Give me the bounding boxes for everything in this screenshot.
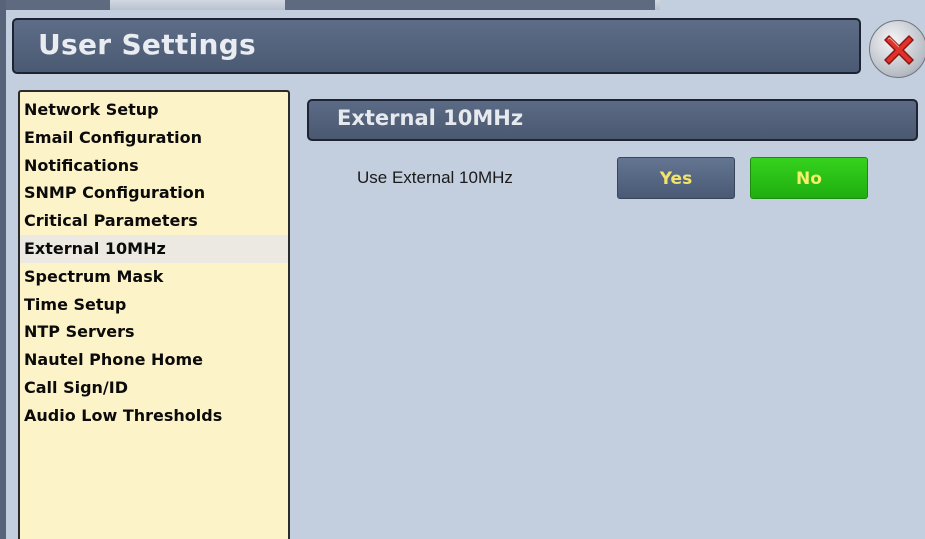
sidebar-item-snmp-configuration[interactable]: SNMP Configuration (20, 179, 288, 207)
sidebar-item-audio-low-thresholds[interactable]: Audio Low Thresholds (20, 402, 288, 430)
close-button[interactable] (869, 20, 925, 78)
sidebar-item-time-setup[interactable]: Time Setup (20, 291, 288, 319)
sidebar-item-critical-parameters[interactable]: Critical Parameters (20, 207, 288, 235)
sidebar-item-call-sign-id[interactable]: Call Sign/ID (20, 374, 288, 402)
sidebar-item-spectrum-mask[interactable]: Spectrum Mask (20, 263, 288, 291)
top-edge-segment (0, 0, 110, 10)
close-icon (884, 35, 914, 65)
sidebar-item-nautel-phone-home[interactable]: Nautel Phone Home (20, 346, 288, 374)
section-header: External 10MHz (307, 99, 918, 141)
sidebar-item-ntp-servers[interactable]: NTP Servers (20, 318, 288, 346)
no-button[interactable]: No (750, 157, 868, 199)
user-settings-window: User Settings Network Setup Email Config… (0, 0, 925, 539)
yes-button[interactable]: Yes (617, 157, 735, 199)
window-top-edge (0, 0, 660, 10)
sidebar-item-external-10mhz[interactable]: External 10MHz (20, 234, 288, 263)
use-external-10mhz-label: Use External 10MHz (357, 168, 513, 187)
top-edge-segment (285, 0, 655, 10)
sidebar-item-notifications[interactable]: Notifications (20, 152, 288, 180)
sidebar-item-network-setup[interactable]: Network Setup (20, 96, 288, 124)
title-bar: User Settings (12, 18, 861, 74)
window-left-edge (0, 0, 6, 539)
sidebar-item-email-configuration[interactable]: Email Configuration (20, 124, 288, 152)
settings-menu: Network Setup Email Configuration Notifi… (18, 90, 290, 539)
page-title: User Settings (38, 28, 257, 61)
section-title: External 10MHz (337, 106, 524, 130)
